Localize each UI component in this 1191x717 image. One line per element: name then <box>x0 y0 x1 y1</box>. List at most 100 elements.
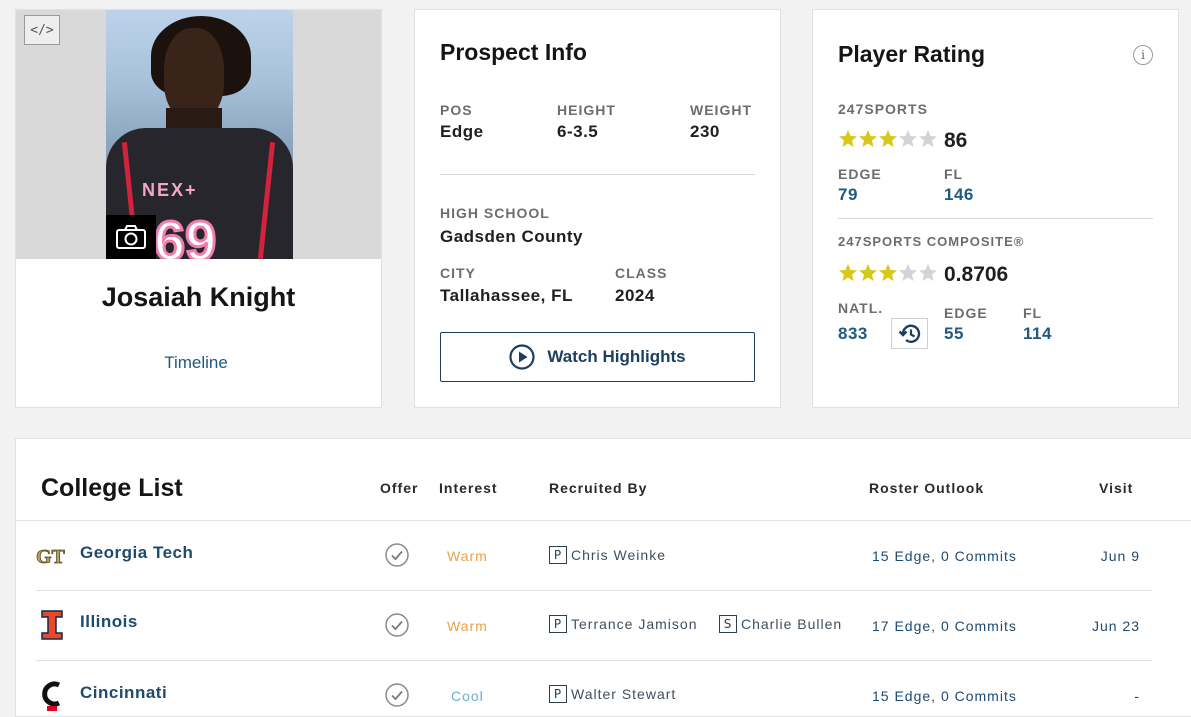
school-name[interactable]: Cincinnati <box>80 683 167 703</box>
info-icon[interactable]: i <box>1133 45 1153 65</box>
role-badge: P <box>549 546 567 564</box>
visit-date: Jun 9 <box>1100 548 1140 564</box>
embed-code-icon: </> <box>30 22 54 38</box>
recruiter[interactable]: S Charlie Bullen <box>719 615 842 633</box>
high-school-value: Gadsden County <box>440 227 584 246</box>
georgia-tech-logo: GT <box>36 539 68 573</box>
star-empty-icon <box>919 130 937 147</box>
offer-check-icon <box>385 543 409 567</box>
recruiter[interactable]: P Terrance Jamison <box>549 615 698 633</box>
play-icon <box>509 344 535 370</box>
school-name[interactable]: Illinois <box>80 612 138 632</box>
weight-label: WEIGHT <box>690 102 752 118</box>
composite-fl-rank[interactable]: 114 <box>1023 324 1052 344</box>
interest-value: Warm <box>447 548 488 564</box>
star-empty-icon <box>899 130 917 147</box>
weight-value: 230 <box>690 122 720 141</box>
composite-score: 0.8706 <box>944 263 1009 286</box>
svg-text:GT: GT <box>36 546 66 567</box>
player-rating-title: Player Rating <box>838 41 985 67</box>
rating-divider <box>838 218 1153 219</box>
offer-check-icon <box>385 613 409 637</box>
camera-icon <box>116 225 146 249</box>
recruiter-name: Walter Stewart <box>571 686 677 702</box>
class-label: CLASS <box>615 265 668 281</box>
visit-date: Jun 23 <box>1091 618 1140 634</box>
georgia-tech-logo-icon: GT <box>36 546 66 567</box>
composite-label: 247SPORTS COMPOSITE® <box>838 234 1025 249</box>
watch-highlights-button[interactable]: Watch Highlights <box>440 332 755 382</box>
247-fl-label: FL <box>944 166 964 182</box>
roster-outlook: 15 Edge, 0 Commits <box>872 548 1017 564</box>
247sports-label: 247SPORTS <box>838 101 928 117</box>
college-row[interactable]: Illinois Warm P Terrance Jamison S Charl… <box>36 591 1152 661</box>
offer-header: Offer <box>380 480 419 496</box>
cincinnati-logo-icon <box>42 681 61 711</box>
jersey-brand: NEX+ <box>142 180 198 200</box>
embed-code-button[interactable]: </> <box>24 15 60 45</box>
247sports-stars <box>838 129 938 149</box>
player-rating-card: Player Rating i 247SPORTS 86 EDGE 79 FL … <box>812 9 1179 408</box>
photo-area: NEX+ 69 </> <box>16 10 381 259</box>
star-filled-icon <box>839 130 857 147</box>
role-badge: S <box>719 615 737 633</box>
star-empty-icon <box>899 264 917 281</box>
composite-edge-label: EDGE <box>944 305 988 321</box>
recruited-by-header: Recruited By <box>549 480 648 496</box>
roster-outlook-header: Roster Outlook <box>869 480 985 496</box>
star-empty-icon <box>919 264 937 281</box>
city-value: Tallahassee, FL <box>440 286 573 305</box>
city-label: CITY <box>440 265 476 281</box>
player-name: Josaiah Knight <box>101 282 296 312</box>
role-badge: P <box>549 685 567 703</box>
interest-value: Warm <box>447 618 488 634</box>
photo-head <box>164 28 224 120</box>
photo-gallery-button[interactable] <box>106 215 156 259</box>
height-value: 6-3.5 <box>557 122 599 141</box>
star-filled-icon <box>859 130 877 147</box>
prospect-info-card: Prospect Info POS Edge HEIGHT 6-3.5 WEIG… <box>414 9 781 408</box>
illinois-logo-icon <box>41 610 63 640</box>
college-row[interactable]: GT Georgia Tech Warm P Chris Weinke 15 E… <box>36 521 1152 591</box>
star-filled-icon <box>839 264 857 281</box>
natl-rank[interactable]: 833 <box>838 324 868 344</box>
composite-fl-label: FL <box>1023 305 1043 321</box>
star-filled-icon <box>879 130 897 147</box>
composite-edge-rank[interactable]: 55 <box>944 324 964 344</box>
recruiter-name: Charlie Bullen <box>741 616 843 632</box>
recruiter[interactable]: P Walter Stewart <box>549 685 676 703</box>
natl-label: NATL. <box>838 300 884 316</box>
jersey-number: 69 <box>152 208 217 260</box>
star-filled-icon <box>879 264 897 281</box>
profile-card: NEX+ 69 </> Josaiah Knight Timeline <box>15 9 382 408</box>
pos-label: POS <box>440 102 473 118</box>
prospect-divider <box>440 174 755 175</box>
school-name[interactable]: Georgia Tech <box>80 543 193 563</box>
offer-check-icon <box>385 683 409 707</box>
college-list-title: College List <box>41 474 183 502</box>
height-label: HEIGHT <box>557 102 616 118</box>
recruiter[interactable]: P Chris Weinke <box>549 546 666 564</box>
class-value: 2024 <box>615 286 655 305</box>
watch-highlights-label: Watch Highlights <box>547 347 686 366</box>
college-row[interactable]: Cincinnati Cool P Walter Stewart 15 Edge… <box>36 661 1152 717</box>
roster-outlook: 15 Edge, 0 Commits <box>872 688 1017 704</box>
interest-value: Cool <box>451 688 484 704</box>
illinois-logo <box>36 608 68 642</box>
247-edge-label: EDGE <box>838 166 882 182</box>
visit-header: Visit <box>1099 480 1134 496</box>
history-icon <box>898 324 920 343</box>
247sports-score: 86 <box>944 129 968 152</box>
prospect-info-title: Prospect Info <box>440 39 587 65</box>
rating-history-button[interactable] <box>891 318 928 349</box>
247-fl-rank[interactable]: 146 <box>944 185 974 205</box>
pos-value: Edge <box>440 122 484 141</box>
recruiter-name: Terrance Jamison <box>571 616 698 632</box>
247-edge-rank[interactable]: 79 <box>838 185 858 205</box>
composite-stars <box>838 263 938 283</box>
star-filled-icon <box>859 264 877 281</box>
timeline-link[interactable]: Timeline <box>16 353 376 373</box>
visit-date: - <box>1134 688 1140 704</box>
college-list-card: College List Offer Interest Recruited By… <box>15 438 1191 717</box>
roster-outlook: 17 Edge, 0 Commits <box>872 618 1017 634</box>
